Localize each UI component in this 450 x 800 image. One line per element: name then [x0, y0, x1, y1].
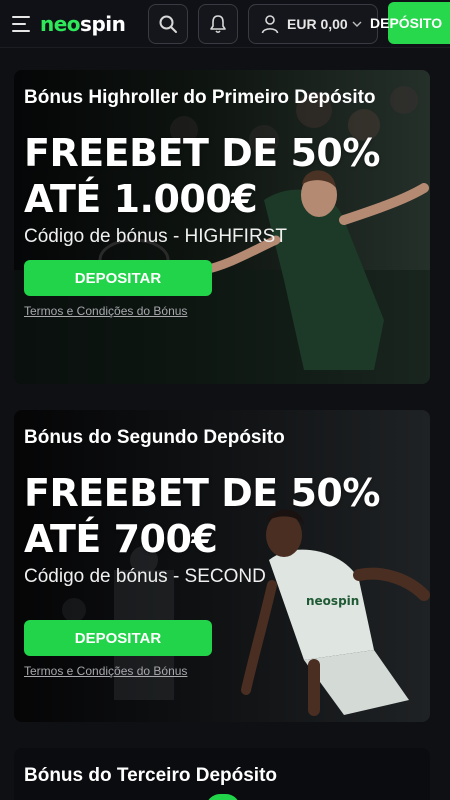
bonus-code: Código de bónus - HIGHFIRST — [24, 226, 287, 247]
deposit-cta-button[interactable]: DEPOSITAR — [24, 260, 212, 296]
promo-card-1: Bónus Highroller do Primeiro Depósito FR… — [14, 70, 430, 384]
menu-icon[interactable] — [12, 15, 32, 32]
balance-dropdown[interactable]: EUR 0,00 — [248, 4, 378, 44]
top-header: neospin EUR 0,00 DEPÓSITO — [0, 0, 450, 48]
promo-title: Bónus Highroller do Primeiro Depósito — [24, 87, 376, 108]
bonus-code: Código de bónus - SECOND — [24, 566, 266, 587]
user-icon — [261, 15, 279, 34]
notifications-button[interactable] — [198, 4, 238, 44]
balance-amount: EUR 0,00 — [287, 16, 348, 32]
deposit-button[interactable]: DEPÓSITO — [370, 2, 450, 44]
terms-link[interactable]: Termos e Condições do Bónus — [24, 664, 430, 678]
promo-headline: FREEBET DE 50% ATÉ 1.000€ — [24, 131, 380, 221]
promo-card-2: neospin Bónus do Segundo Depósito FREEBE… — [14, 410, 430, 722]
terms-link[interactable]: Termos e Condições do Bónus — [24, 304, 430, 318]
promo-card-3: Bónus do Terceiro Depósito — [14, 748, 430, 800]
deposit-cta-button[interactable]: DEPOSITAR — [24, 620, 212, 656]
chevron-down-icon — [352, 21, 362, 27]
search-icon — [159, 15, 177, 33]
search-button[interactable] — [148, 4, 188, 44]
cta-peek — [206, 794, 240, 800]
bell-icon — [210, 15, 226, 34]
promo-title: Bónus do Terceiro Depósito — [24, 765, 278, 786]
promo-headline: FREEBET DE 50% ATÉ 700€ — [24, 471, 380, 561]
neospin-logo[interactable]: neospin — [40, 12, 126, 36]
promo-title: Bónus do Segundo Depósito — [24, 427, 285, 448]
